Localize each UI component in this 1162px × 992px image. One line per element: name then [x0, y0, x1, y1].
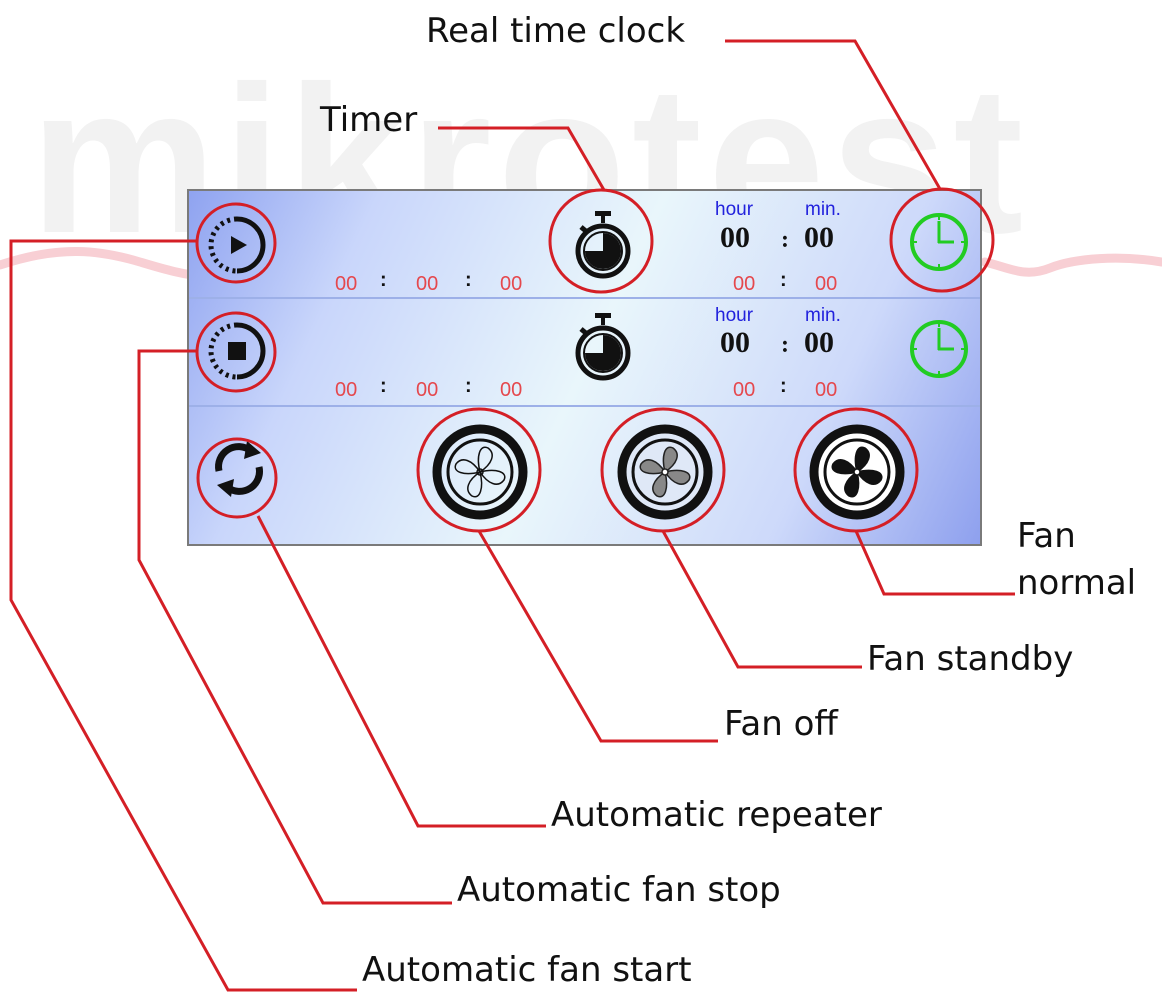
line-repeater: [256, 515, 546, 828]
line-fan-stop: [137, 349, 452, 905]
label-timer: Timer: [320, 100, 418, 140]
line-real-time-clock: [725, 39, 942, 190]
highlight-stop-button: [195, 311, 277, 393]
line-fan-start: [9, 239, 357, 992]
label-real-time-clock: Real time clock: [426, 11, 686, 51]
highlight-start-button: [195, 202, 277, 284]
line-fan-off: [477, 530, 718, 743]
label-fan-standby: Fan standby: [867, 639, 1074, 679]
highlight-fan-normal: [793, 407, 919, 533]
label-automatic-fan-start: Automatic fan start: [362, 950, 692, 990]
label-automatic-fan-stop: Automatic fan stop: [457, 870, 781, 910]
label-fan-normal: normal: [1017, 563, 1137, 603]
highlight-fan-standby: [600, 407, 726, 533]
line-fan-normal: [854, 530, 1015, 596]
highlight-repeater-button: [196, 437, 278, 519]
label-automatic-repeater: Automatic repeater: [551, 795, 882, 835]
line-timer: [438, 126, 606, 191]
callout-lines: [9, 39, 1015, 992]
label-fan-off: Fan off: [724, 704, 838, 744]
label-fan: Fan: [1017, 516, 1076, 556]
highlight-timer: [548, 188, 654, 294]
line-fan-standby: [661, 530, 862, 669]
highlight-fan-off: [416, 407, 542, 533]
highlight-clock: [889, 187, 995, 293]
